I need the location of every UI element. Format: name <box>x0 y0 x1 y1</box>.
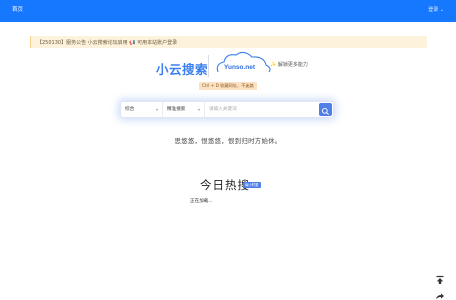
scope-select-value: 综合 <box>125 107 135 112</box>
top-navbar: 首页 登录 ⌄ <box>0 0 456 22</box>
chevron-down-icon: ▾ <box>197 107 200 112</box>
chevron-down-icon: ▾ <box>155 107 158 112</box>
logo-text: Yunso.net <box>224 64 256 71</box>
login-dropdown[interactable]: 登录 ⌄ <box>428 6 444 13</box>
bookmark-hint: Ctrl + D 收藏网址，不迷路 <box>199 82 257 90</box>
announcement-bar[interactable]: 【250130】服务公告 小云搜索论坛启用 📢 可用本站账户登录 <box>30 36 427 48</box>
search-icon <box>321 107 329 115</box>
mode-select-value: 精准搜索 <box>167 107 186 112</box>
unlock-more-link[interactable]: ✨ 解锁更多能力 <box>270 61 308 68</box>
search-input[interactable] <box>207 103 321 116</box>
brand-divider <box>208 55 209 77</box>
search-button[interactable] <box>319 103 332 116</box>
cloud-logo-icon: Yunso.net <box>216 51 271 73</box>
arrow-up-to-line-icon[interactable] <box>435 275 445 285</box>
search-bar: 综合 ▾ 精准搜索 ▾ <box>121 102 333 117</box>
brand-name: 小云搜索 <box>156 62 209 77</box>
mode-select[interactable]: 精准搜索 ▾ <box>163 102 205 117</box>
scope-select[interactable]: 综合 ▾ <box>121 102 163 117</box>
loading-text: 正在加载... <box>190 199 213 204</box>
hourly-update-badge: 每小时更 <box>243 182 261 188</box>
nav-home-link[interactable]: 首页 <box>12 5 23 13</box>
announcement-text[interactable]: 【250130】服务公告 小云搜索论坛启用 📢 可用本站账户登录 <box>37 39 177 46</box>
share-icon[interactable] <box>435 293 445 300</box>
slogan-text: 思悠悠，恨悠悠，恨到归时方始休。 <box>174 137 282 145</box>
